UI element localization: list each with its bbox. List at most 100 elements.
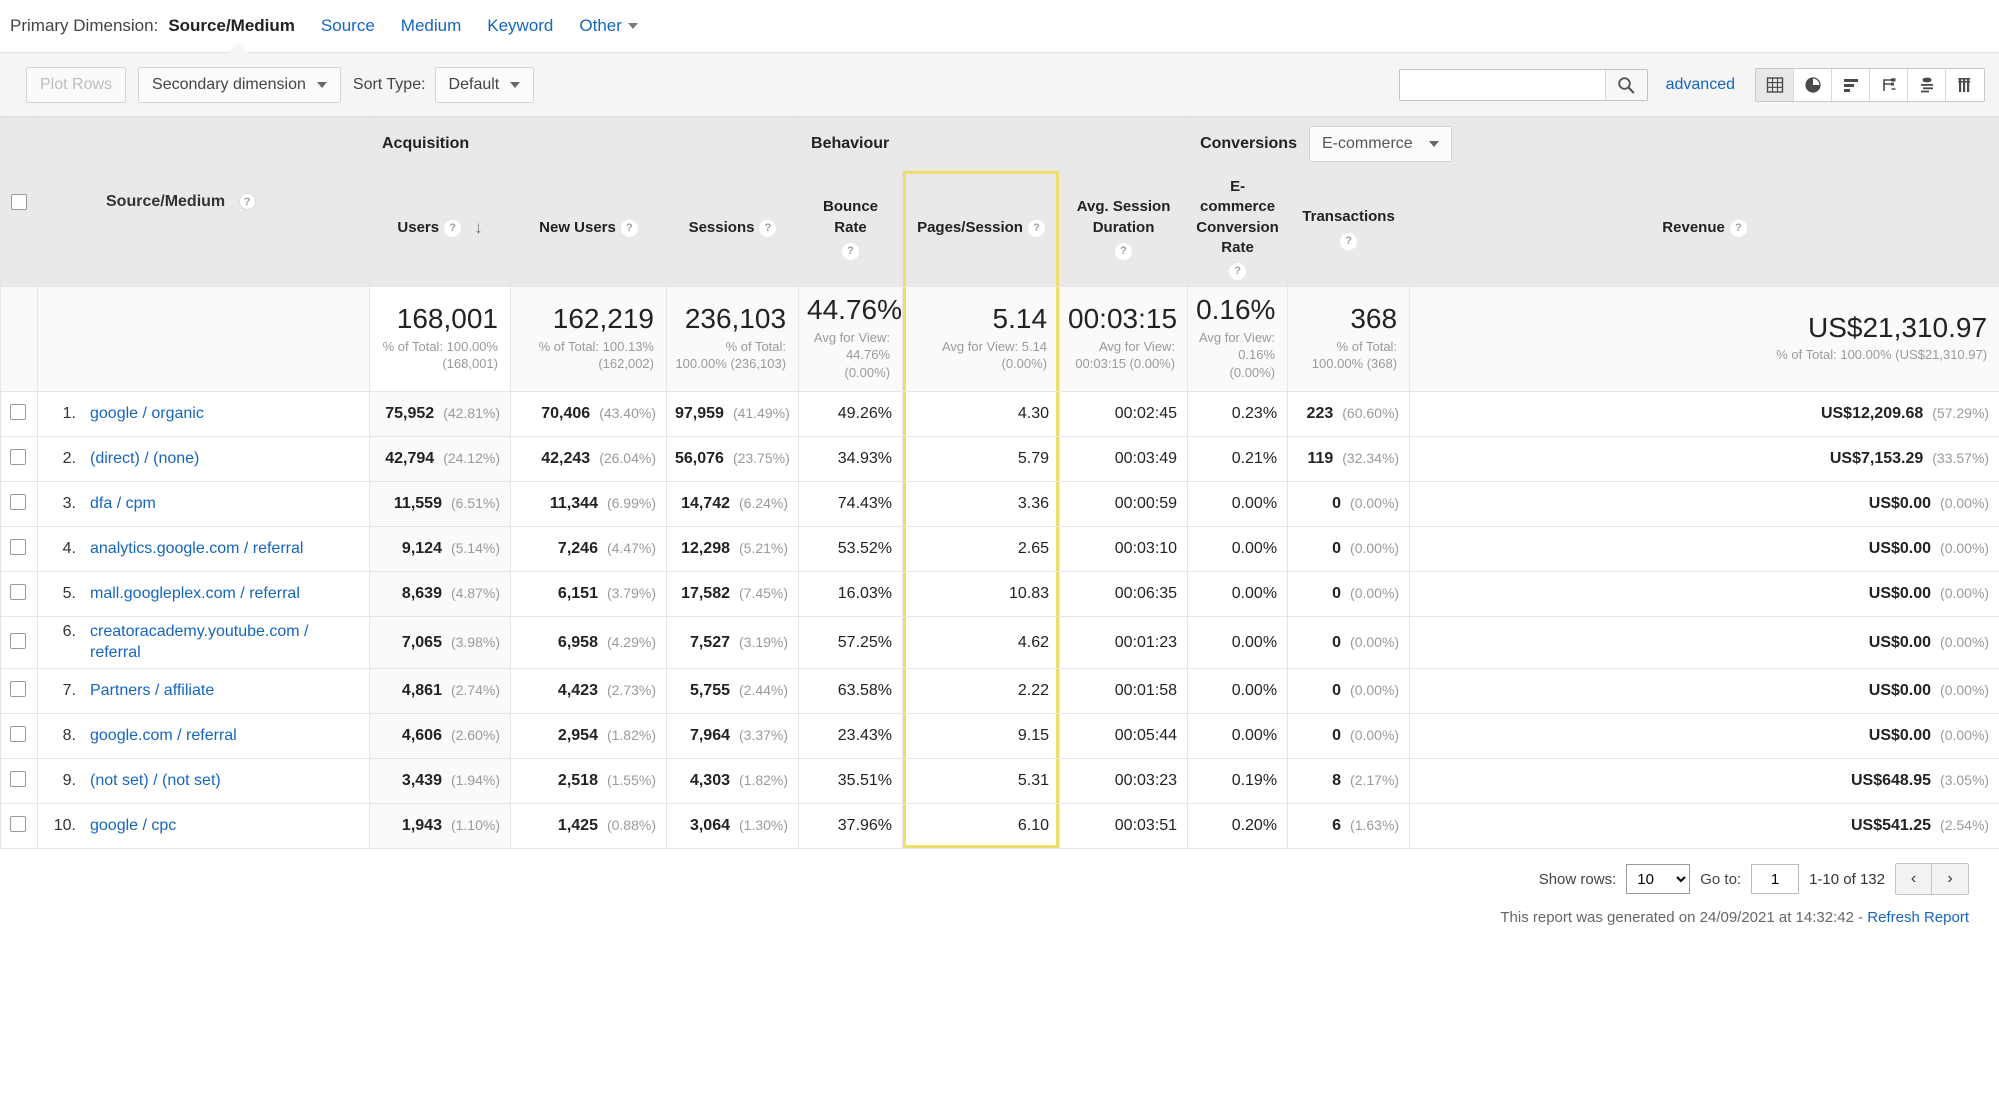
row-checkbox[interactable]: [10, 494, 26, 511]
row-source-medium-link[interactable]: (not set) / (not set): [90, 771, 221, 791]
column-header-new-users[interactable]: New Users ?: [510, 170, 667, 287]
row-checkbox[interactable]: [10, 584, 26, 601]
search-button[interactable]: [1604, 69, 1647, 100]
refresh-report-link[interactable]: Refresh Report: [1867, 909, 1969, 926]
help-icon[interactable]: ?: [1027, 220, 1045, 237]
bounce-rate-label: Bounce Rate: [823, 198, 879, 236]
row-bounce-rate-cell: 34.93%: [798, 436, 904, 483]
row-bounce-rate-cell: 49.26%: [798, 391, 904, 438]
row-new-users-cell: 70,406 (43.40%): [510, 391, 667, 438]
help-icon[interactable]: ?: [759, 220, 777, 237]
next-page-button[interactable]: ›: [1932, 864, 1968, 895]
row-checkbox-cell: [0, 391, 38, 438]
row-revenue-value: US$0.00: [1868, 727, 1932, 745]
column-header-ecommerce-conversion-rate[interactable]: E-commerce Conversion Rate ?: [1187, 170, 1289, 287]
previous-page-button[interactable]: ‹: [1896, 864, 1932, 895]
summary-revenue-sub: % of Total: 100.00% (US$21,310.97): [1776, 347, 1988, 363]
performance-view-button[interactable]: [1946, 68, 1984, 101]
summary-revenue-cell: US$21,310.97 % of Total: 100.00% (US$21,…: [1409, 285, 1999, 393]
primary-dimension-source[interactable]: Source: [321, 16, 375, 36]
row-avg-duration-value: 00:03:23: [1114, 772, 1178, 790]
conversions-select[interactable]: E-commerce: [1308, 126, 1452, 162]
sort-descending-icon[interactable]: ↓: [474, 217, 483, 240]
row-source-medium-link[interactable]: analytics.google.com / referral: [90, 539, 303, 559]
pivot-view-button[interactable]: [1908, 68, 1946, 101]
row-pages-session-value: 2.22: [1017, 682, 1050, 700]
row-source-medium-link[interactable]: creatoracademy.youtube.com / referral: [90, 622, 359, 663]
row-transactions-percent: (0.00%): [1350, 585, 1400, 602]
help-icon[interactable]: ?: [1229, 263, 1247, 280]
pie-chart-icon: [1804, 76, 1821, 93]
row-source-medium-link[interactable]: dfa / cpm: [90, 494, 156, 514]
row-checkbox[interactable]: [10, 816, 26, 833]
row-users-cell: 75,952 (42.81%): [369, 391, 511, 438]
row-number: 2.: [62, 450, 76, 468]
row-checkbox[interactable]: [10, 681, 26, 698]
help-icon[interactable]: ?: [1340, 232, 1358, 250]
sessions-label: Sessions: [688, 219, 755, 237]
row-new-users-cell: 42,243 (26.04%): [510, 436, 667, 483]
plot-rows-button[interactable]: Plot Rows: [26, 66, 127, 103]
show-rows-select[interactable]: 10255010025050010005000: [1626, 864, 1691, 895]
help-icon[interactable]: ?: [620, 220, 638, 237]
row-source-medium-link[interactable]: google / organic: [90, 404, 204, 424]
summary-users-cell: 168,001 % of Total: 100.00% (168,001): [369, 285, 511, 393]
sort-type-button[interactable]: Default: [434, 66, 535, 103]
comparison-view-button[interactable]: [1870, 68, 1908, 101]
search-input[interactable]: [1399, 69, 1605, 100]
row-checkbox[interactable]: [10, 632, 26, 649]
summary-sessions-cell: 236,103 % of Total: 100.00% (236,103): [665, 285, 800, 393]
column-header-sessions[interactable]: Sessions ?: [665, 170, 800, 287]
row-transactions-percent: (0.00%): [1350, 682, 1400, 699]
row-pages-session-value: 3.36: [1017, 495, 1050, 513]
column-header-bounce-rate[interactable]: Bounce Rate ?: [798, 170, 904, 287]
primary-dimension-medium[interactable]: Medium: [401, 16, 461, 36]
row-conv-rate-cell: 0.19%: [1187, 758, 1289, 805]
row-checkbox[interactable]: [10, 404, 26, 421]
primary-dimension-active-source-medium[interactable]: Source/Medium: [168, 16, 295, 36]
row-number: 1.: [62, 405, 76, 423]
conversions-label: Conversions: [1200, 135, 1297, 152]
column-header-revenue[interactable]: Revenue ?: [1409, 170, 1999, 287]
row-users-percent: (2.74%): [450, 682, 500, 699]
row-conv-rate-cell: 0.23%: [1187, 391, 1289, 438]
help-icon[interactable]: ?: [238, 193, 256, 211]
row-checkbox[interactable]: [10, 726, 26, 743]
row-source-medium-link[interactable]: (direct) / (none): [90, 449, 199, 469]
summary-pages-session-sub: Avg for View: 5.14 (0.00%): [942, 338, 1048, 372]
row-source-medium-link[interactable]: google / cpc: [90, 816, 176, 836]
row-pages-session-value: 4.62: [1017, 633, 1050, 651]
row-source-medium-link[interactable]: mall.googleplex.com / referral: [90, 584, 300, 604]
select-all-checkbox[interactable]: [11, 194, 27, 210]
bar-chart-view-button[interactable]: [1832, 68, 1870, 101]
goto-input[interactable]: [1751, 864, 1800, 895]
table-view-button[interactable]: [1756, 68, 1794, 101]
column-header-avg-session-duration[interactable]: Avg. Session Duration ?: [1059, 170, 1189, 287]
help-icon[interactable]: ?: [1729, 220, 1747, 237]
column-header-users[interactable]: Users ? ↓: [369, 170, 511, 287]
summary-avg-duration-value: 00:03:15: [1068, 302, 1178, 334]
primary-dimension-keyword[interactable]: Keyword: [487, 16, 553, 36]
help-icon[interactable]: ?: [444, 220, 462, 237]
help-icon[interactable]: ?: [842, 242, 860, 260]
row-source-medium-link[interactable]: Partners / affiliate: [90, 681, 214, 701]
pie-chart-view-button[interactable]: [1794, 68, 1832, 101]
column-header-pages-session[interactable]: Pages/Session ?: [902, 170, 1061, 287]
row-checkbox[interactable]: [10, 539, 26, 556]
column-header-transactions[interactable]: Transactions ?: [1287, 170, 1411, 287]
row-revenue-percent: (2.54%): [1940, 817, 1990, 834]
secondary-dimension-button[interactable]: Secondary dimension: [138, 66, 341, 103]
help-icon[interactable]: ?: [1115, 242, 1133, 260]
dimension-header-cell[interactable]: Source/Medium ?: [37, 117, 370, 287]
row-checkbox[interactable]: [10, 771, 26, 788]
row-sessions-value: 97,959: [675, 405, 724, 423]
advanced-link[interactable]: advanced: [1666, 76, 1735, 94]
row-bounce-rate-value: 35.51%: [837, 772, 893, 790]
primary-dimension-other[interactable]: Other: [579, 16, 638, 36]
row-conv-rate-value: 0.00%: [1231, 727, 1278, 745]
row-checkbox[interactable]: [10, 449, 26, 466]
table-row: 7. Partners / affiliate 4,861 (2.74%) 4,423 (…: [0, 668, 1999, 715]
row-users-cell: 4,861 (2.74%): [369, 668, 511, 715]
row-source-medium-link[interactable]: google.com / referral: [90, 726, 237, 746]
row-new-users-value: 6,151: [557, 585, 598, 603]
